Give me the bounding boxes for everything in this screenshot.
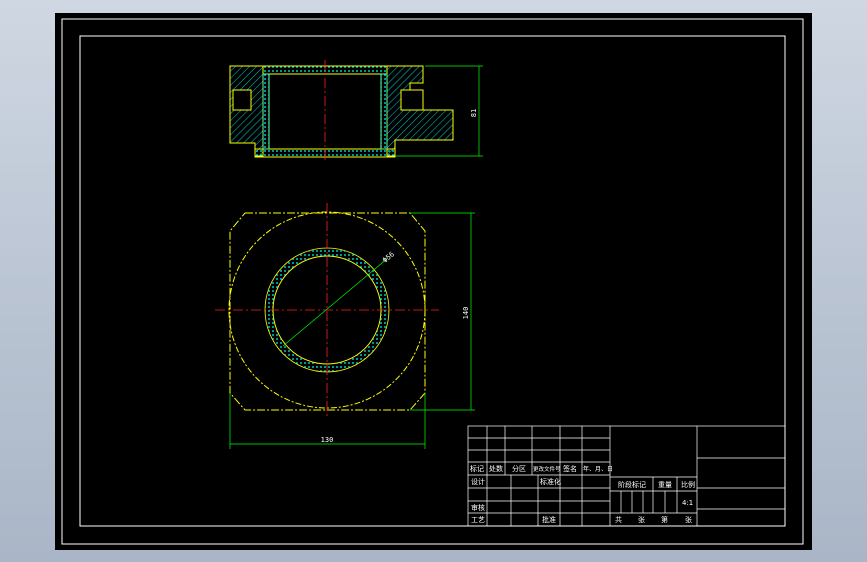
tb-weight: 重量 (658, 481, 672, 489)
tb-scale-value: 4:1 (682, 499, 693, 507)
tb-sheets: 张 (638, 515, 645, 524)
tb-design: 设计 (471, 477, 485, 486)
section-dim-label: 81 (470, 109, 478, 117)
tb-approve: 批准 (542, 515, 556, 524)
cad-application: 81 Φ56 140 130 标记 处数 分区 更改文件号 签名 年、月、日 设… (0, 0, 867, 562)
tb-count: 处数 (489, 464, 503, 473)
drawing-viewport[interactable]: 81 Φ56 140 130 标记 处数 分区 更改文件号 签名 年、月、日 设… (55, 13, 812, 550)
plan-view[interactable]: Φ56 140 130 (215, 203, 475, 449)
section-left-slot (232, 89, 252, 111)
section-bushing-left (262, 73, 270, 150)
title-block (467, 425, 786, 527)
tb-standardize: 标准化 (540, 477, 561, 486)
plan-dim-label-h: 130 (321, 436, 334, 444)
tb-stage-mark: 阶段标记 (618, 480, 646, 489)
tb-total: 共 (615, 515, 622, 524)
title-block-text: 标记 处数 分区 更改文件号 签名 年、月、日 设计 标准化 审核 工艺 批准 … (470, 464, 695, 524)
tb-mark: 标记 (470, 464, 484, 473)
tb-zone: 分区 (512, 464, 526, 473)
tb-sheet-unit: 张 (685, 515, 692, 524)
plan-diameter-leader (282, 257, 389, 347)
tb-process: 工艺 (471, 516, 485, 524)
plan-diameter-label: Φ56 (381, 250, 396, 264)
tb-date: 年、月、日 (583, 465, 613, 473)
section-bushing-right (380, 73, 388, 150)
tb-sign: 签名 (563, 464, 577, 473)
tb-sheet-no: 第 (661, 515, 668, 524)
outer-border (61, 18, 804, 545)
section-view[interactable]: 81 (229, 60, 483, 163)
tb-doc-no: 更改文件号 (533, 465, 561, 473)
tb-review: 审核 (471, 503, 485, 512)
plan-dim-label-v: 140 (462, 307, 470, 320)
section-left-wall (229, 65, 264, 157)
drawing-sheet: 81 Φ56 140 130 标记 处数 分区 更改文件号 签名 年、月、日 设… (61, 18, 804, 545)
section-right-slot (400, 89, 424, 111)
tb-scale-label: 比例 (681, 480, 695, 489)
section-right-wall (386, 65, 454, 157)
